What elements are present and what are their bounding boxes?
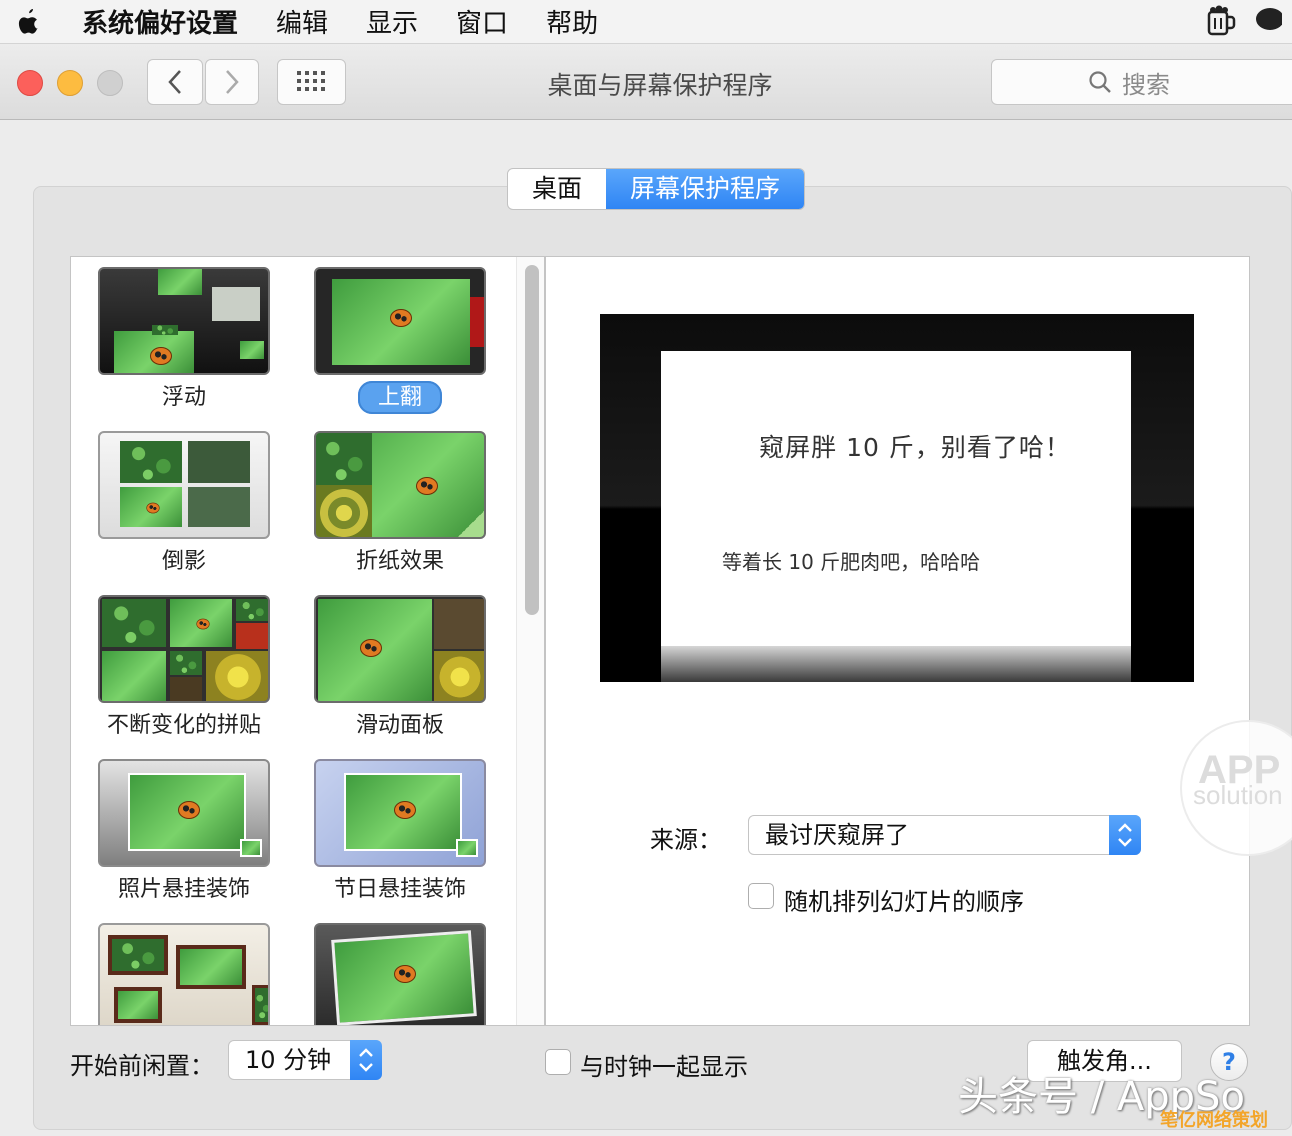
screensaver-thumb-origami[interactable] <box>314 431 486 539</box>
screensaver-label-selected: 上翻 <box>300 379 500 414</box>
screensaver-thumb-flip-up[interactable] <box>314 267 486 375</box>
preview-slide-reflection <box>661 646 1131 682</box>
window-toolbar: 桌面与屏幕保护程序 搜索 <box>0 44 1292 120</box>
scrollbar-thumb[interactable] <box>525 265 539 615</box>
screensaver-thumb-sliding-panels[interactable] <box>314 595 486 703</box>
menu-tray <box>1204 4 1292 38</box>
watermark-solution-text: solution <box>1193 780 1283 810</box>
menu-app-name[interactable]: 系统偏好设置 <box>82 3 238 40</box>
screensaver-thumb-shifting-tiles[interactable] <box>98 595 270 703</box>
screensaver-thumb-floating[interactable] <box>98 267 270 375</box>
shuffle-label: 随机排列幻灯片的顺序 <box>784 888 1024 916</box>
list-scrollbar[interactable] <box>516 257 544 1025</box>
screensaver-list[interactable]: 浮动 上翻 倒影 折纸效果 不断变化的拼贴 滑动面板 照片悬挂装饰 节日悬挂装饰 <box>70 256 545 1026</box>
idle-time-select[interactable]: 10 分钟 <box>228 1040 382 1080</box>
screensaver-label: 节日悬挂装饰 <box>333 877 466 902</box>
apple-icon[interactable] <box>16 7 42 37</box>
screensaver-label: 不断变化的拼贴 <box>106 713 261 738</box>
menu-help[interactable]: 帮助 <box>546 3 598 40</box>
screensaver-thumb-photo-mobile[interactable] <box>98 759 270 867</box>
idle-label: 开始前闲置： <box>70 1052 214 1080</box>
select-stepper-icon <box>350 1040 382 1080</box>
screensaver-label: 滑动面板 <box>355 713 444 738</box>
menu-edit[interactable]: 编辑 <box>276 3 328 40</box>
source-select-value: 最讨厌窥屏了 <box>765 821 909 849</box>
select-stepper-icon <box>1109 815 1141 855</box>
corner-watermark: 笔亿网络策划 <box>1160 1110 1268 1131</box>
preview-slide <box>661 351 1131 646</box>
tab-desktop[interactable]: 桌面 <box>508 169 606 209</box>
screensaver-thumb-vintage-prints[interactable] <box>314 923 486 1025</box>
shuffle-checkbox[interactable] <box>748 883 774 909</box>
screensaver-label: 照片悬挂装饰 <box>117 877 250 902</box>
search-placeholder: 搜索 <box>1122 70 1170 99</box>
tab-screensaver[interactable]: 屏幕保护程序 <box>606 169 805 209</box>
menu-view[interactable]: 显示 <box>366 3 418 40</box>
screensaver-label: 折纸效果 <box>355 549 444 574</box>
search-input[interactable]: 搜索 <box>991 59 1292 105</box>
screensaver-thumb-reflection[interactable] <box>98 431 270 539</box>
screensaver-label: 倒影 <box>161 549 206 574</box>
show-clock-label: 与时钟一起显示 <box>580 1053 748 1081</box>
screensaver-thumb-photo-wall[interactable] <box>98 923 270 1025</box>
source-select[interactable]: 最讨厌窥屏了 <box>748 815 1141 855</box>
search-icon <box>1089 71 1111 93</box>
show-clock-checkbox[interactable] <box>545 1049 571 1075</box>
tab-bar: 桌面 屏幕保护程序 <box>507 168 806 210</box>
chat-bubble-icon[interactable] <box>1248 4 1284 38</box>
beer-mug-icon[interactable] <box>1204 4 1238 38</box>
screensaver-label: 浮动 <box>161 385 206 410</box>
menu-window[interactable]: 窗口 <box>456 3 508 40</box>
idle-time-value: 10 分钟 <box>245 1046 332 1074</box>
screensaver-thumb-holiday-mobile[interactable] <box>314 759 486 867</box>
preview-title: 窥屏胖 10 斤，别看了哈！ <box>759 433 1071 462</box>
menu-bar: 系统偏好设置 编辑 显示 窗口 帮助 <box>0 0 1292 44</box>
source-label: 来源： <box>650 826 722 854</box>
preview-subtitle: 等着长 10 斤肥肉吧，哈哈哈 <box>722 550 981 574</box>
